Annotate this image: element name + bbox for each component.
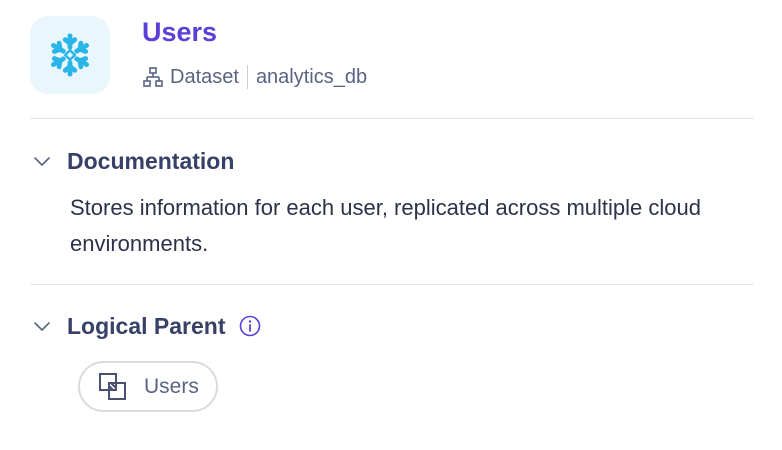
logical-parent-chip-label: Users: [144, 374, 199, 398]
snowflake-icon: [51, 33, 89, 77]
documentation-heading: Documentation: [67, 147, 235, 174]
chevron-down-icon: [32, 316, 52, 336]
chevron-down-icon: [32, 151, 52, 171]
documentation-body: Stores information for each user, replic…: [70, 195, 701, 256]
entity-header: Users Dataset analytics_db: [0, 0, 782, 118]
logical-parent-heading: Logical Parent: [67, 312, 226, 339]
logical-parent-chip[interactable]: Users: [78, 361, 218, 412]
info-icon[interactable]: [239, 315, 261, 337]
entity-page: Users Dataset analytics_db Documentation…: [0, 0, 782, 450]
subtitle-divider: [246, 65, 248, 89]
logical-parent-section-toggle[interactable]: Logical Parent: [32, 311, 261, 341]
container-link[interactable]: analytics_db: [256, 66, 367, 89]
documentation-section-toggle[interactable]: Documentation: [32, 146, 234, 176]
entity-title[interactable]: Users: [142, 14, 217, 50]
section-divider: [30, 284, 754, 285]
entity-subtitle: Dataset analytics_db: [142, 64, 367, 90]
header-divider: [30, 118, 754, 119]
entity-type-label: Dataset: [170, 65, 239, 88]
platform-logo: [30, 16, 110, 94]
hierarchy-icon: [142, 66, 164, 88]
overlapping-squares-icon: [96, 370, 130, 404]
